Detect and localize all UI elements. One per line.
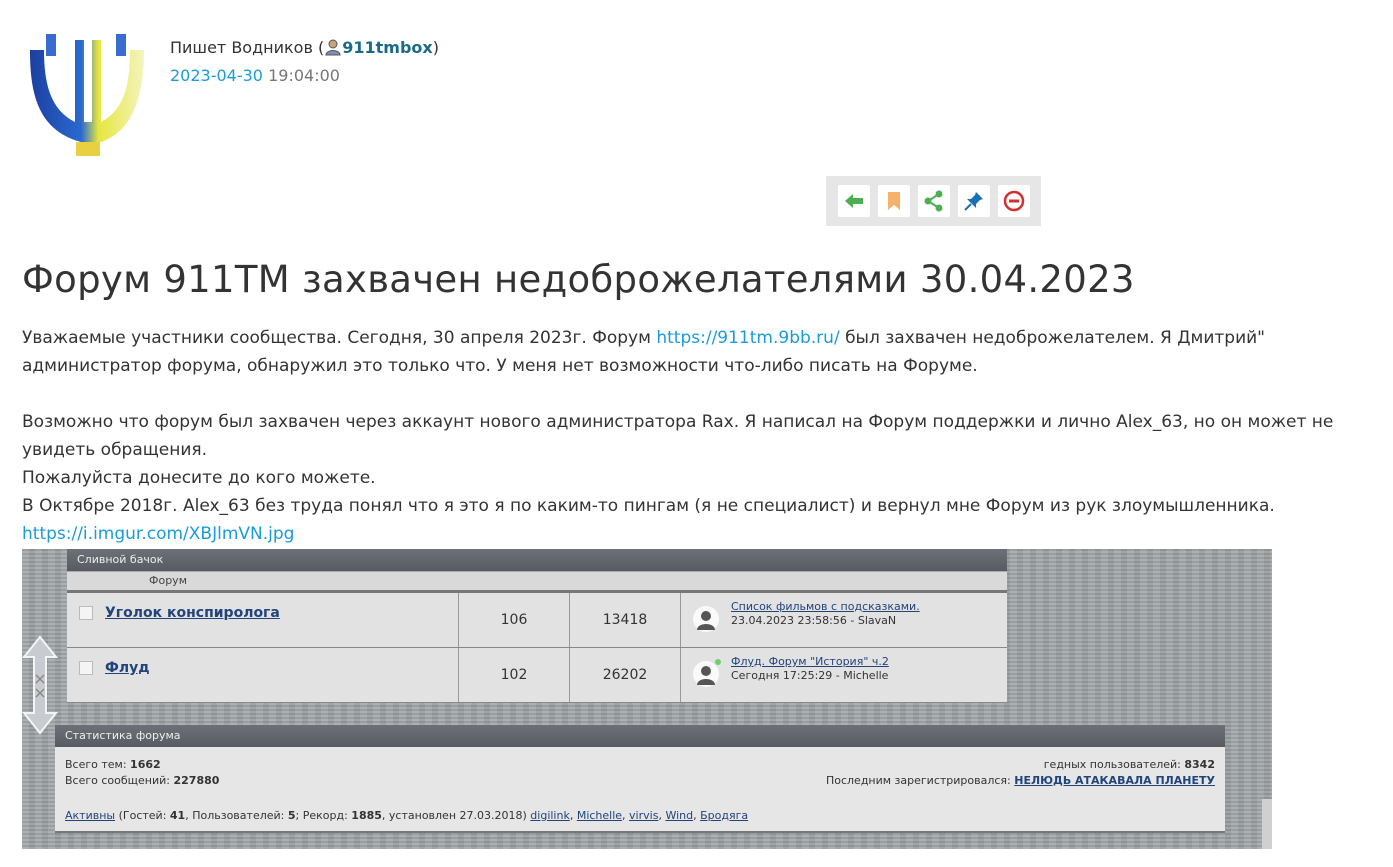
post-datetime: 2023-04-30 19:04:00 <box>170 62 439 90</box>
record-label: ; Рекорд: <box>295 809 352 822</box>
posts-label: Всего сообщений: <box>65 774 174 787</box>
online-user-link[interactable]: digilink <box>530 809 570 822</box>
forum-stats: Статистика форума Всего тем: 1662 Всего … <box>55 725 1225 833</box>
post-toolbar <box>826 176 1041 226</box>
topics-count: 106 <box>459 593 570 647</box>
paragraph-4: В Октябре 2018г. Alex_63 без труда понял… <box>22 496 1275 516</box>
online-users-label: , Пользователей: <box>185 809 288 822</box>
block-icon <box>1003 190 1024 212</box>
forum-name-link[interactable]: Уголок конспиролога <box>105 605 280 621</box>
paragraph-2: Возможно что форум был захвачен через ак… <box>22 412 1334 460</box>
bookmark-button[interactable] <box>877 185 910 217</box>
user-avatar-icon <box>693 659 721 687</box>
posts-count: 26202 <box>570 648 681 702</box>
posts-value: 227880 <box>173 774 220 787</box>
forum-link[interactable]: https://911tm.9bb.ru/ <box>656 328 839 348</box>
p1-text-start: Уважаемые участники сообщества. Сегодня,… <box>22 328 657 348</box>
guests-count: 41 <box>169 809 186 822</box>
pin-button[interactable] <box>957 185 990 217</box>
reply-button[interactable] <box>837 185 870 217</box>
post-date-link[interactable]: 2023-04-30 <box>170 66 263 85</box>
online-user-link[interactable]: virvis <box>629 809 658 822</box>
topics-label: Всего тем: <box>65 758 131 771</box>
image-scrollbar[interactable] <box>1262 799 1272 849</box>
stats-users: гедных пользователей: 8342 Последним зар… <box>826 757 1215 789</box>
stats-totals: Всего тем: 1662 Всего сообщений: 227880 <box>65 757 219 789</box>
posts-count: 13418 <box>570 593 681 647</box>
post-meta: Пишет Водников ( 911tmbox) 2023-04-30 19:… <box>170 34 439 90</box>
forum-name-link[interactable]: Флуд <box>105 660 150 676</box>
guests-label: (Гостей: <box>115 809 170 822</box>
online-dot-icon <box>715 659 721 665</box>
forum-section: Сливной бачок Форум Уголок конспиролога … <box>67 549 1007 703</box>
paragraph-1: Уважаемые участники сообщества. Сегодня,… <box>22 324 1382 380</box>
paragraph-3: Пожалуйста донесите до кого можете. <box>22 468 376 488</box>
last-registered-label: Последним зарегистрировался: <box>825 774 1015 787</box>
post-time: 19:04:00 <box>268 66 340 85</box>
stats-header: Статистика форума <box>55 725 1225 747</box>
author-avatar[interactable] <box>26 30 146 158</box>
last-post-meta: Сегодня 17:25:29 - Michelle <box>731 669 889 682</box>
image-link[interactable]: https://i.imgur.com/XBJlmVN.jpg <box>22 524 294 544</box>
last-registered-link[interactable]: НЕЛЮДЬ АТАКАВАЛА ПЛАНЕТУ <box>1014 774 1215 787</box>
forum-status-icon <box>79 661 93 675</box>
forum-status-icon <box>79 606 93 620</box>
last-post-link[interactable]: Список фильмов с подсказками. <box>731 600 920 613</box>
share-icon <box>924 190 942 212</box>
topics-value: 1662 <box>130 758 161 771</box>
online-user-link[interactable]: Wind <box>665 809 693 822</box>
active-link[interactable]: Активны <box>65 809 115 822</box>
pin-icon <box>963 192 983 211</box>
users-label: гедных пользователей: <box>1043 758 1185 771</box>
online-users-count: 5 <box>287 809 296 822</box>
author-line: Пишет Водников ( 911tmbox) <box>170 34 439 62</box>
author-login-link[interactable]: 911tmbox <box>342 38 432 57</box>
author-name: Пишет Водников ( <box>170 38 325 57</box>
record-date: , установлен 27.03.2018) <box>381 809 531 822</box>
bookmark-icon <box>887 192 900 210</box>
online-user-link[interactable]: Бродяга <box>700 809 748 822</box>
last-post-link[interactable]: Флуд. Форум "История" ч.2 <box>731 655 889 668</box>
column-header-forum: Форум <box>67 572 1007 593</box>
share-button[interactable] <box>917 185 950 217</box>
record-count: 1885 <box>351 809 382 822</box>
user-avatar-icon <box>693 606 719 632</box>
forum-screenshot-image[interactable]: Сливной бачок Форум Уголок конспиролога … <box>22 549 1272 849</box>
section-header: Сливной бачок <box>67 549 1007 572</box>
last-post-meta: 23.04.2023 23:58:56 - SlavaN <box>731 614 897 627</box>
online-user-link[interactable]: Michelle <box>577 809 622 822</box>
author-suffix: ) <box>432 38 439 57</box>
forum-row: Флуд 102 26202 Флуд. Форум "История" ч.2… <box>67 648 1007 703</box>
article-body: Уважаемые участники сообщества. Сегодня,… <box>22 324 1382 548</box>
user-icon <box>325 39 341 56</box>
online-users: Активны (Гостей: 41, Пользователей: 5; Р… <box>65 809 749 822</box>
block-button[interactable] <box>997 185 1030 217</box>
reply-arrow-icon <box>844 194 863 208</box>
topics-count: 102 <box>459 648 570 702</box>
scroll-arrows-icon[interactable] <box>22 635 58 735</box>
article-title: Форум 911TM захвачен недоброжелателями 3… <box>22 258 1135 301</box>
forum-row: Уголок конспиролога 106 13418 Список фил… <box>67 593 1007 648</box>
users-value: 8342 <box>1184 758 1215 771</box>
